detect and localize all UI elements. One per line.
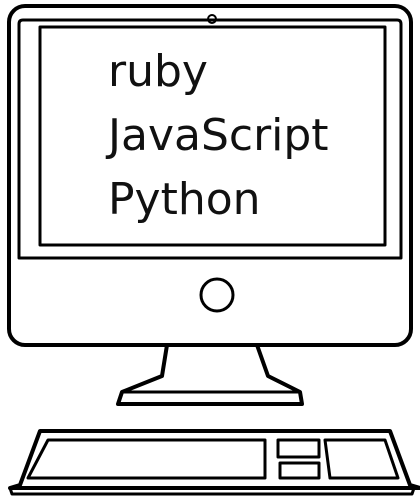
screen-line-ruby: ruby — [108, 46, 208, 97]
keyboard-arrow-key-bottom — [278, 461, 321, 480]
computer-illustration: ruby JavaScript Python — [0, 0, 420, 500]
screen-line-python: Python — [108, 174, 261, 225]
keyboard-numpad — [323, 438, 400, 480]
screen-line-javascript: JavaScript — [108, 110, 329, 161]
power-button-icon — [199, 277, 235, 313]
keyboard-arrow-key-top — [276, 438, 321, 459]
screen-language-list: ruby JavaScript Python — [108, 40, 329, 232]
stand-neck — [116, 343, 304, 406]
keyboard-main-keys — [26, 438, 267, 480]
